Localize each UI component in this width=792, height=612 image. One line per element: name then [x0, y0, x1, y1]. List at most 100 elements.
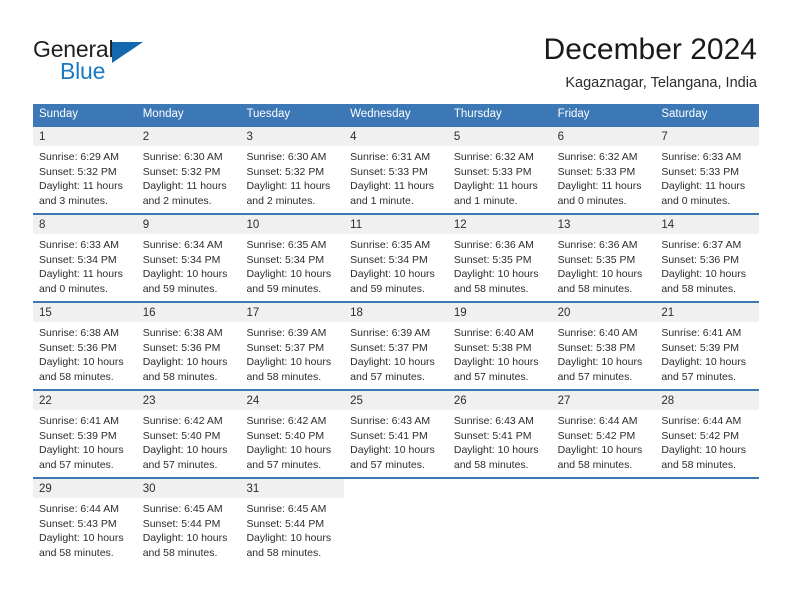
day-cell-empty: [552, 479, 656, 565]
logo-triangle-icon: [112, 42, 143, 63]
day-number-band: 10: [240, 215, 345, 234]
day-number-band: 5: [447, 127, 552, 146]
day-number: 15: [39, 307, 52, 319]
day-details: Sunrise: 6:35 AM Sunset: 5:34 PM Dayligh…: [344, 234, 448, 296]
day-cell[interactable]: 12 Sunrise: 6:36 AM Sunset: 5:35 PM Dayl…: [447, 215, 552, 301]
daylight-line-2: and 59 minutes.: [142, 282, 218, 295]
day-number-band: 6: [551, 127, 656, 146]
day-number-band: 16: [136, 303, 241, 322]
sunset-line: Sunset: 5:34 PM: [246, 253, 325, 266]
sunrise-line: Sunrise: 6:36 AM: [557, 239, 638, 251]
day-number-band: 24: [240, 391, 345, 410]
day-cell[interactable]: 4 Sunrise: 6:31 AM Sunset: 5:33 PM Dayli…: [344, 127, 448, 213]
sunrise-line: Sunrise: 6:30 AM: [246, 151, 327, 163]
day-details: Sunrise: 6:43 AM Sunset: 5:41 PM Dayligh…: [448, 410, 552, 472]
day-cell[interactable]: 7 Sunrise: 6:33 AM Sunset: 5:33 PM Dayli…: [655, 127, 760, 213]
day-cell[interactable]: 11 Sunrise: 6:35 AM Sunset: 5:34 PM Dayl…: [344, 215, 448, 301]
day-number-band: 22: [33, 391, 137, 410]
sunrise-line: Sunrise: 6:43 AM: [453, 415, 534, 427]
day-cell[interactable]: 27 Sunrise: 6:44 AM Sunset: 5:42 PM Dayl…: [551, 391, 656, 477]
day-cell[interactable]: 6 Sunrise: 6:32 AM Sunset: 5:33 PM Dayli…: [551, 127, 656, 213]
day-number-band: 19: [447, 303, 552, 322]
general-blue-logo[interactable]: General Blue: [33, 36, 173, 88]
week-row: 1 Sunrise: 6:29 AM Sunset: 5:32 PM Dayli…: [33, 125, 760, 213]
day-cell[interactable]: 5 Sunrise: 6:32 AM Sunset: 5:33 PM Dayli…: [447, 127, 552, 213]
sunrise-line: Sunrise: 6:35 AM: [246, 239, 327, 251]
day-cell-empty: [344, 479, 448, 565]
day-number: 5: [453, 131, 461, 143]
day-cell[interactable]: 24 Sunrise: 6:42 AM Sunset: 5:40 PM Dayl…: [240, 391, 345, 477]
day-cell[interactable]: 14 Sunrise: 6:37 AM Sunset: 5:36 PM Dayl…: [655, 215, 760, 301]
day-cell[interactable]: 28 Sunrise: 6:44 AM Sunset: 5:42 PM Dayl…: [655, 391, 760, 477]
day-cell[interactable]: 17 Sunrise: 6:39 AM Sunset: 5:37 PM Dayl…: [240, 303, 345, 389]
day-number: 11: [350, 219, 363, 231]
sunset-line: Sunset: 5:36 PM: [661, 253, 739, 266]
day-cell[interactable]: 1 Sunrise: 6:29 AM Sunset: 5:32 PM Dayli…: [33, 127, 137, 213]
page-title: December 2024: [543, 33, 757, 66]
day-details: Sunrise: 6:34 AM Sunset: 5:34 PM Dayligh…: [137, 234, 241, 296]
day-cell[interactable]: 30 Sunrise: 6:45 AM Sunset: 5:44 PM Dayl…: [136, 479, 241, 565]
day-cell[interactable]: 15 Sunrise: 6:38 AM Sunset: 5:36 PM Dayl…: [33, 303, 137, 389]
daylight-line-1: Daylight: 10 hours: [142, 444, 228, 457]
day-cell[interactable]: 2 Sunrise: 6:30 AM Sunset: 5:32 PM Dayli…: [136, 127, 241, 213]
day-cell[interactable]: 21 Sunrise: 6:41 AM Sunset: 5:39 PM Dayl…: [655, 303, 760, 389]
sunset-line: Sunset: 5:43 PM: [39, 517, 117, 530]
day-cell[interactable]: 18 Sunrise: 6:39 AM Sunset: 5:37 PM Dayl…: [344, 303, 448, 389]
day-cell[interactable]: 31 Sunrise: 6:45 AM Sunset: 5:44 PM Dayl…: [240, 479, 345, 565]
day-number: 8: [39, 219, 46, 231]
day-cell[interactable]: 20 Sunrise: 6:40 AM Sunset: 5:38 PM Dayl…: [551, 303, 656, 389]
day-details: Sunrise: 6:30 AM Sunset: 5:32 PM Dayligh…: [240, 146, 344, 208]
sunset-line: Sunset: 5:32 PM: [39, 165, 117, 178]
daylight-line-1: Daylight: 10 hours: [142, 356, 228, 369]
day-number-band: 3: [240, 127, 345, 146]
day-cell[interactable]: 26 Sunrise: 6:43 AM Sunset: 5:41 PM Dayl…: [447, 391, 552, 477]
day-cell[interactable]: 8 Sunrise: 6:33 AM Sunset: 5:34 PM Dayli…: [33, 215, 137, 301]
day-details: Sunrise: 6:33 AM Sunset: 5:34 PM Dayligh…: [33, 234, 137, 296]
day-cell[interactable]: 9 Sunrise: 6:34 AM Sunset: 5:34 PM Dayli…: [136, 215, 241, 301]
sunrise-line: Sunrise: 6:42 AM: [246, 415, 327, 427]
day-cell[interactable]: 16 Sunrise: 6:38 AM Sunset: 5:36 PM Dayl…: [136, 303, 241, 389]
day-number-band: 31: [240, 479, 345, 498]
day-details: Sunrise: 6:33 AM Sunset: 5:33 PM Dayligh…: [655, 146, 759, 208]
day-number: 2: [142, 131, 150, 143]
day-cell[interactable]: 19 Sunrise: 6:40 AM Sunset: 5:38 PM Dayl…: [447, 303, 552, 389]
sunset-line: Sunset: 5:33 PM: [453, 165, 532, 178]
day-details: Sunrise: 6:39 AM Sunset: 5:37 PM Dayligh…: [344, 322, 448, 384]
daylight-line-2: and 57 minutes.: [350, 458, 425, 471]
day-cell[interactable]: 3 Sunrise: 6:30 AM Sunset: 5:32 PM Dayli…: [240, 127, 345, 213]
day-number: 27: [557, 395, 571, 407]
weekday-header-thursday: Thursday: [453, 108, 502, 120]
page-header: General Blue December 2024 Kagaznagar, T…: [0, 0, 792, 98]
weekday-header-sunday: Sunday: [39, 108, 79, 120]
title-block: December 2024 Kagaznagar, Telangana, Ind…: [544, 32, 757, 93]
sunset-line: Sunset: 5:40 PM: [142, 429, 221, 442]
day-number: 4: [350, 131, 357, 143]
daylight-line-2: and 59 minutes.: [350, 282, 425, 295]
day-cell[interactable]: 22 Sunrise: 6:41 AM Sunset: 5:39 PM Dayl…: [33, 391, 137, 477]
day-number: 10: [246, 219, 260, 231]
day-cell[interactable]: 25 Sunrise: 6:43 AM Sunset: 5:41 PM Dayl…: [344, 391, 448, 477]
daylight-line-1: Daylight: 11 hours: [142, 180, 227, 193]
day-cell[interactable]: 10 Sunrise: 6:35 AM Sunset: 5:34 PM Dayl…: [240, 215, 345, 301]
day-number: 19: [453, 307, 467, 319]
day-cell[interactable]: 29 Sunrise: 6:44 AM Sunset: 5:43 PM Dayl…: [33, 479, 137, 565]
calendar-page: General Blue December 2024 Kagaznagar, T…: [0, 0, 792, 612]
day-number-band: 15: [33, 303, 137, 322]
day-number: 13: [557, 219, 571, 231]
sunset-line: Sunset: 5:44 PM: [142, 517, 221, 530]
day-number: 29: [39, 483, 52, 495]
sunset-line: Sunset: 5:35 PM: [453, 253, 532, 266]
daylight-line-1: Daylight: 10 hours: [142, 268, 228, 281]
day-number-band: 13: [551, 215, 656, 234]
daylight-line-1: Daylight: 10 hours: [246, 268, 332, 281]
daylight-line-1: Daylight: 10 hours: [39, 532, 124, 545]
sunset-line: Sunset: 5:34 PM: [142, 253, 221, 266]
daylight-line-1: Daylight: 10 hours: [246, 356, 332, 369]
daylight-line-2: and 0 minutes.: [661, 194, 731, 207]
day-details: Sunrise: 6:41 AM Sunset: 5:39 PM Dayligh…: [33, 410, 137, 472]
daylight-line-2: and 57 minutes.: [39, 458, 114, 471]
day-number-band: 4: [344, 127, 448, 146]
day-cell[interactable]: 23 Sunrise: 6:42 AM Sunset: 5:40 PM Dayl…: [136, 391, 241, 477]
day-cell[interactable]: 13 Sunrise: 6:36 AM Sunset: 5:35 PM Dayl…: [551, 215, 656, 301]
daylight-line-2: and 58 minutes.: [557, 282, 633, 295]
